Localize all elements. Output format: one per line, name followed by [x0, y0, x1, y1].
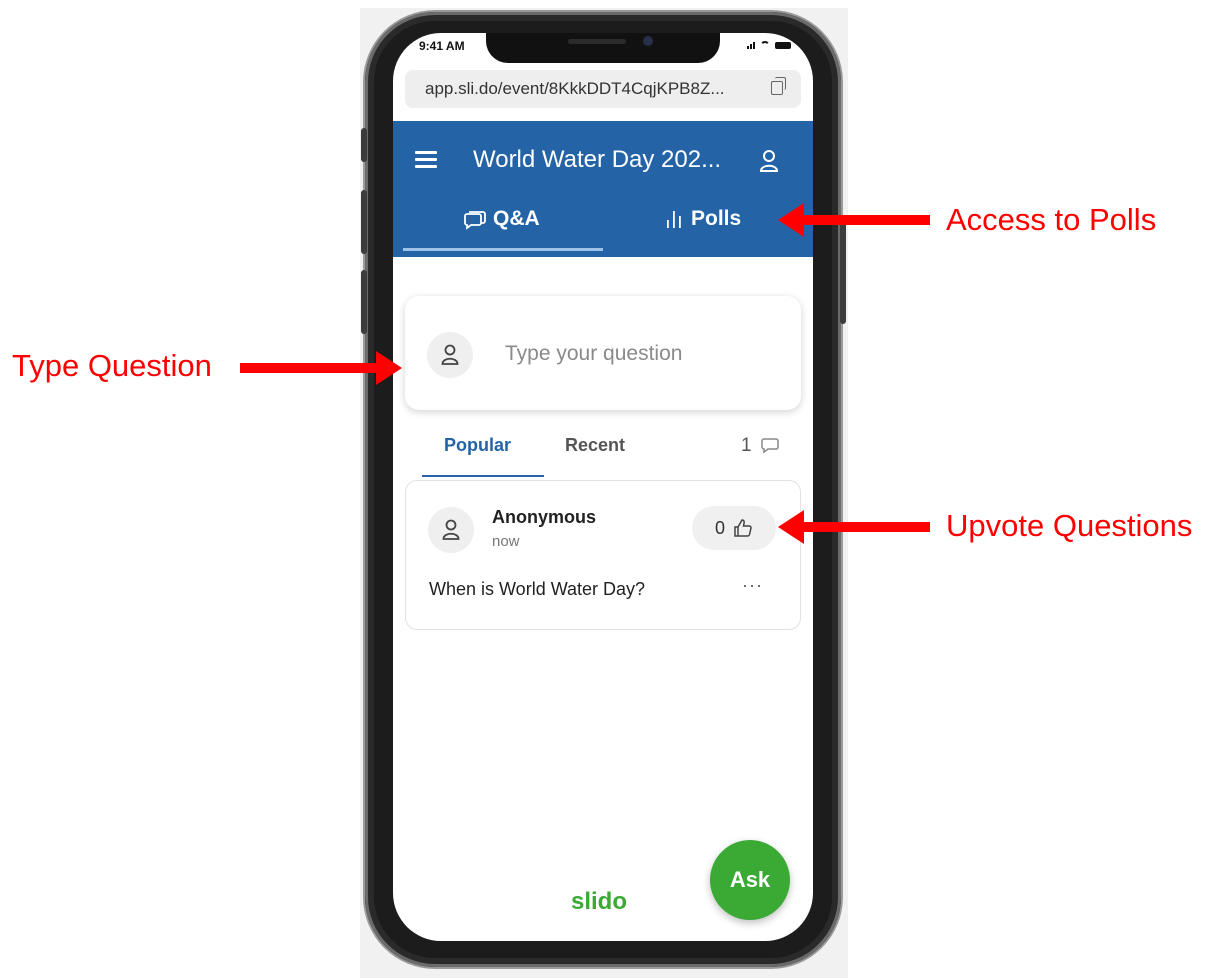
- phone-screen: 9:41 AM app.sli.do/event/8KkkDDT4CqjKPB8…: [393, 33, 813, 941]
- upvote-button[interactable]: 0: [692, 506, 776, 550]
- vote-count: 0: [714, 517, 725, 538]
- annotation-type-question: Type Question: [12, 348, 212, 383]
- phone-silent-switch: [361, 128, 367, 162]
- event-title: World Water Day 202...: [473, 146, 722, 173]
- thumbs-up-icon: [734, 519, 752, 537]
- avatar: [428, 507, 474, 553]
- tab-qa[interactable]: Q&A: [463, 207, 540, 231]
- sort-popular-tab[interactable]: Popular: [444, 435, 511, 456]
- question-count-value: 1: [741, 435, 752, 456]
- tab-polls-label: Polls: [691, 207, 742, 230]
- annotation-polls: Access to Polls: [946, 202, 1157, 237]
- bar-chart-icon: [667, 211, 681, 228]
- wifi-icon: [760, 41, 770, 49]
- question-placeholder: Type your question: [505, 342, 683, 365]
- comment-icon: [760, 438, 779, 454]
- polls-arrow: [778, 203, 930, 237]
- tab-qa-label: Q&A: [493, 207, 540, 230]
- avatar: [427, 332, 473, 378]
- user-icon: [441, 344, 459, 365]
- question-text: When is World Water Day?: [429, 579, 646, 599]
- status-icons: [747, 41, 791, 49]
- slido-logo: slido: [571, 888, 628, 915]
- ask-button[interactable]: Ask: [710, 840, 790, 920]
- question-count: 1: [741, 435, 780, 457]
- question-card: Anonymous now 0 When is World Water Day?…: [405, 480, 801, 630]
- url-text: app.sli.do/event/8KkkDDT4CqjKPB8Z...: [425, 79, 725, 98]
- phone-volume-down: [361, 270, 367, 334]
- signal-icon: [747, 42, 755, 49]
- user-icon[interactable]: [759, 149, 779, 173]
- phone-volume-up: [361, 190, 367, 254]
- address-bar[interactable]: app.sli.do/event/8KkkDDT4CqjKPB8Z...: [405, 70, 801, 108]
- user-icon: [442, 519, 460, 540]
- type-question-arrow: [240, 351, 402, 385]
- question-author: Anonymous: [492, 507, 597, 527]
- active-tab-indicator: [403, 248, 603, 251]
- status-time: 9:41 AM: [419, 39, 465, 53]
- menu-icon[interactable]: [415, 151, 437, 168]
- speech-bubble-icon: [464, 211, 486, 230]
- sort-recent-tab[interactable]: Recent: [565, 435, 625, 456]
- tab-polls[interactable]: Polls: [663, 207, 741, 231]
- front-camera: [643, 36, 653, 46]
- speaker: [568, 39, 626, 44]
- battery-icon: [775, 42, 791, 49]
- question-input[interactable]: Type your question: [405, 296, 801, 410]
- upvote-arrow: [778, 510, 930, 544]
- notch: [486, 33, 720, 63]
- copy-icon[interactable]: [771, 77, 786, 95]
- sort-active-indicator: [422, 475, 544, 477]
- question-time: now: [492, 533, 520, 550]
- phone-power-button: [840, 220, 846, 324]
- annotation-upvote: Upvote Questions: [946, 508, 1193, 543]
- more-options-button[interactable]: ···: [742, 575, 763, 596]
- app-header: World Water Day 202... Q&A Polls: [393, 121, 813, 257]
